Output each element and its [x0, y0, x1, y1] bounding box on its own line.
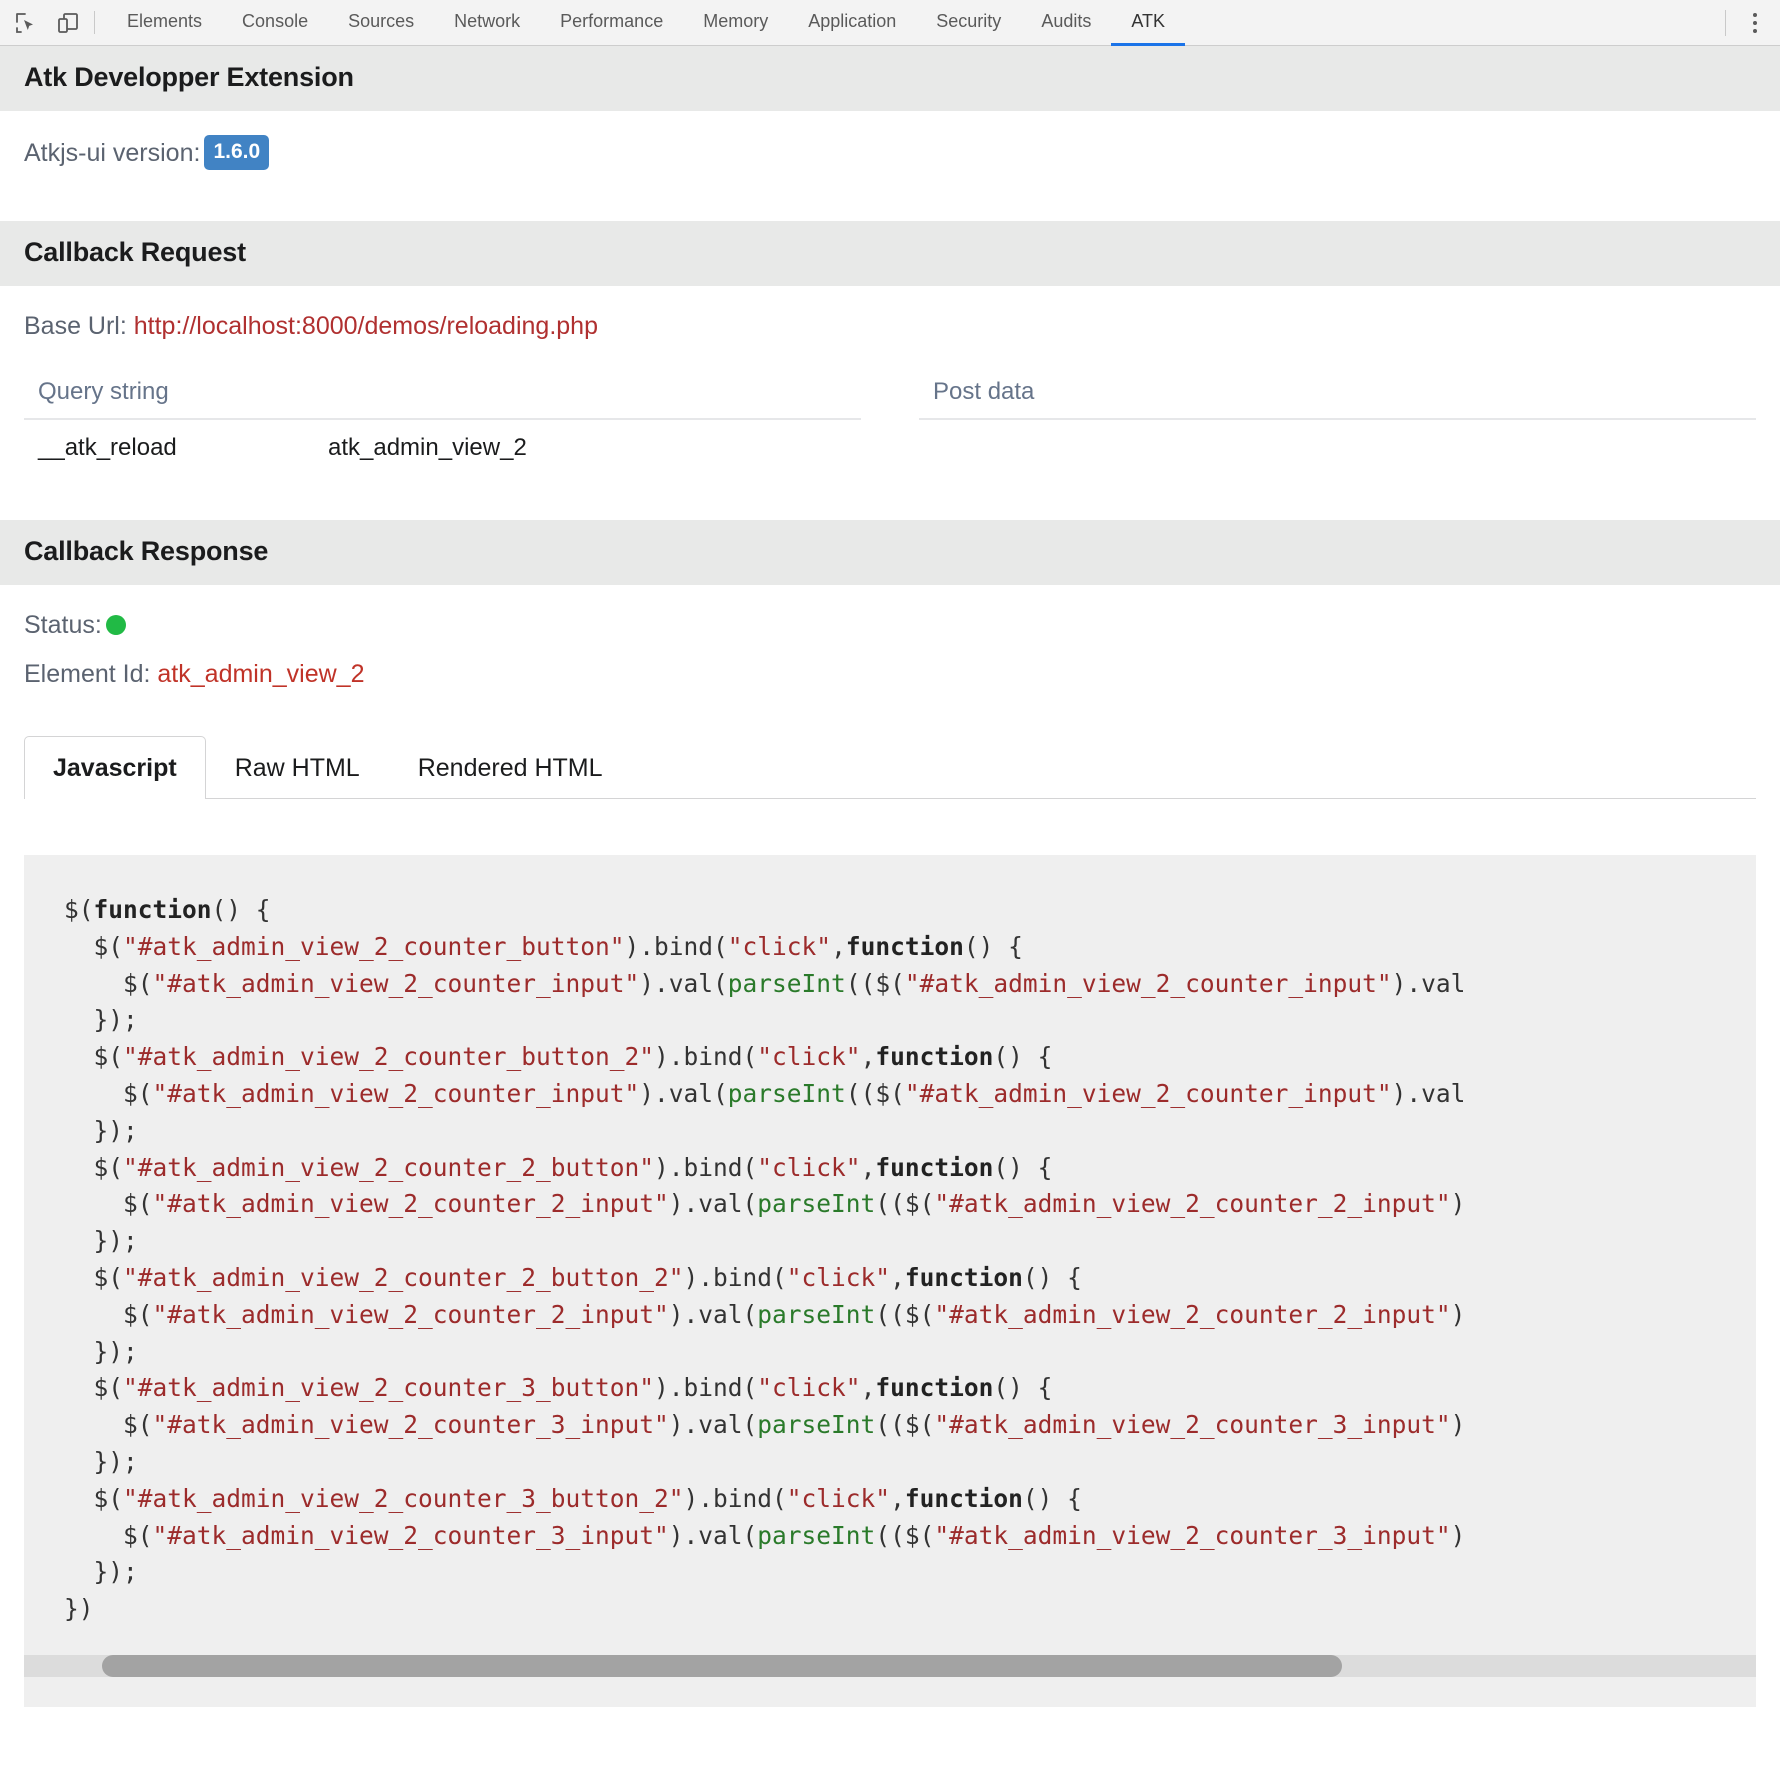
element-id-value: atk_admin_view_2 — [157, 660, 365, 689]
devtools-toolbar-right — [1719, 0, 1780, 45]
code-box: $(function() { $("#atk_admin_view_2_coun… — [24, 855, 1756, 1707]
devtools-tab-memory[interactable]: Memory — [683, 0, 788, 46]
response-meta-block: Status: Element Id: atk_admin_view_2 — [0, 585, 1780, 693]
status-label: Status: — [24, 610, 102, 639]
atk-extension-panel: Atk Developper Extension Atkjs-ui versio… — [0, 46, 1780, 1737]
query-string-header: Query string — [24, 378, 861, 420]
version-label: Atkjs-ui version: — [24, 139, 201, 167]
element-id-line: Element Id: atk_admin_view_2 — [24, 642, 1756, 692]
devtools-tab-sources[interactable]: Sources — [328, 0, 434, 46]
code-panel: $(function() { $("#atk_admin_view_2_coun… — [0, 799, 1780, 1707]
devtools-tab-list: Elements Console Sources Network Perform… — [107, 0, 1719, 46]
toolbar-divider-right — [1725, 9, 1726, 36]
response-tab-list: Javascript Raw HTML Rendered HTML — [24, 736, 1756, 799]
javascript-code: $(function() { $("#atk_admin_view_2_coun… — [64, 895, 1466, 1624]
code-hscrollbar-thumb[interactable] — [102, 1654, 1342, 1677]
inspect-element-icon[interactable] — [10, 7, 42, 39]
version-badge: 1.6.0 — [204, 135, 270, 171]
more-vertical-icon[interactable] — [1738, 6, 1772, 40]
status-line: Status: — [24, 585, 1756, 643]
base-url-value[interactable]: http://localhost:8000/demos/reloading.ph… — [134, 312, 598, 340]
callback-response-title: Callback Response — [0, 519, 1780, 585]
post-data-header: Post data — [919, 378, 1756, 420]
devtools-tab-performance[interactable]: Performance — [540, 0, 683, 46]
devtools-icon-group — [0, 0, 90, 45]
devtools-tab-console[interactable]: Console — [222, 0, 328, 46]
base-url-block: Base Url: http://localhost:8000/demos/re… — [0, 286, 1780, 344]
devtools-tab-atk[interactable]: ATK — [1111, 0, 1186, 46]
status-badge — [105, 614, 126, 635]
element-id-label: Element Id: — [24, 660, 151, 689]
request-params: Query string __atk_reload atk_admin_view… — [0, 344, 1780, 464]
device-toolbar-icon[interactable] — [52, 7, 84, 39]
tab-raw-html[interactable]: Raw HTML — [206, 736, 389, 799]
callback-request-title: Callback Request — [0, 220, 1780, 286]
devtools-tab-audits[interactable]: Audits — [1021, 0, 1111, 46]
devtools-toolbar: Elements Console Sources Network Perform… — [0, 0, 1780, 46]
query-string-column: Query string __atk_reload atk_admin_view… — [24, 378, 861, 464]
base-url-label: Base Url: — [24, 311, 127, 340]
response-tabs: Javascript Raw HTML Rendered HTML — [0, 736, 1780, 799]
query-param-key: __atk_reload — [38, 433, 177, 461]
page-title: Atk Developper Extension — [0, 46, 1780, 111]
tab-javascript[interactable]: Javascript — [24, 736, 206, 799]
toolbar-divider — [94, 11, 95, 34]
base-url-line: Base Url: http://localhost:8000/demos/re… — [24, 286, 1756, 344]
post-data-empty — [919, 420, 1756, 464]
table-row: __atk_reload atk_admin_view_2 — [24, 420, 861, 462]
code-hscrollbar[interactable] — [24, 1654, 1756, 1677]
query-param-value: atk_admin_view_2 — [328, 433, 527, 461]
devtools-tab-elements[interactable]: Elements — [107, 0, 222, 46]
devtools-tab-security[interactable]: Security — [916, 0, 1021, 46]
tab-rendered-html[interactable]: Rendered HTML — [389, 736, 632, 799]
version-block: Atkjs-ui version: 1.6.0 — [0, 111, 1780, 171]
version-line: Atkjs-ui version: 1.6.0 — [24, 111, 1756, 171]
devtools-tab-network[interactable]: Network — [434, 0, 540, 46]
devtools-tab-application[interactable]: Application — [788, 0, 916, 46]
post-data-column: Post data — [919, 378, 1756, 464]
